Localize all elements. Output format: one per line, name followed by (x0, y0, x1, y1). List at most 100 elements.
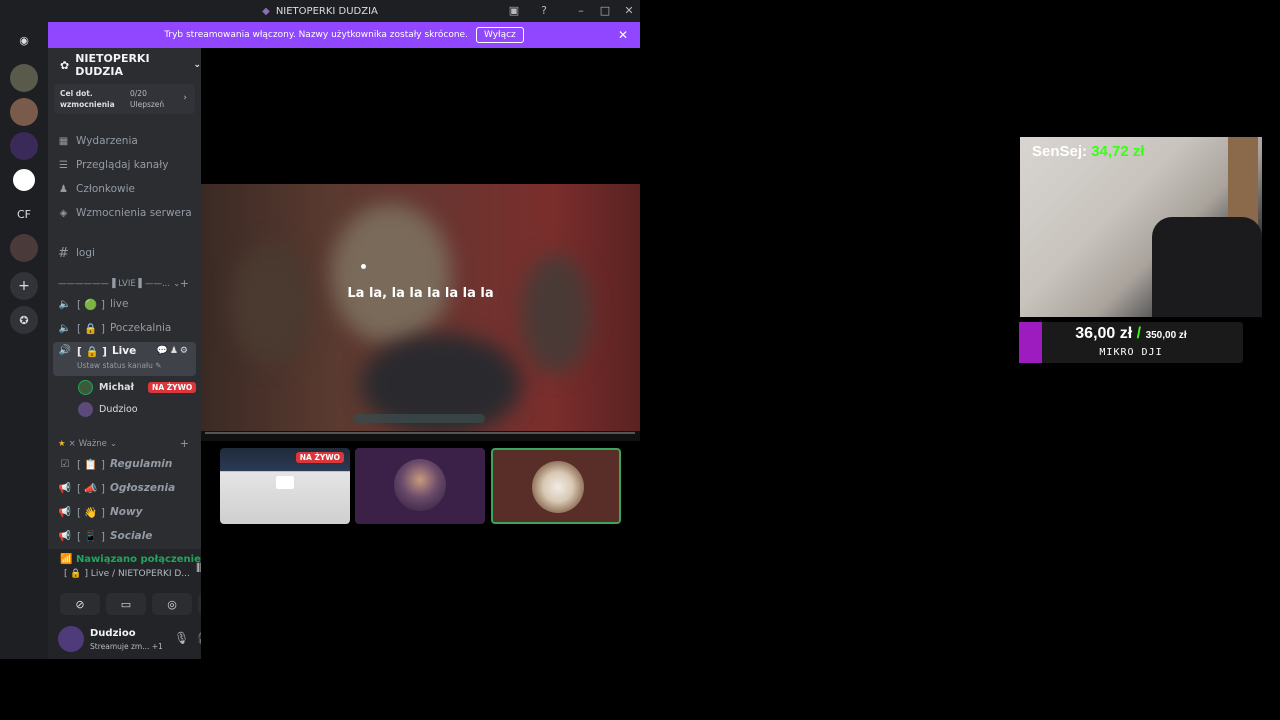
boost-icon: ◈ (59, 207, 68, 219)
video-controls[interactable] (201, 431, 640, 441)
nav-label: Członkowie (76, 183, 136, 195)
add-channel-icon[interactable]: + (180, 277, 189, 290)
stream-view: La la, la la la la la la NA ŻYWO (201, 48, 640, 659)
category-label: ——————▐ LVIE ▌——... (58, 279, 171, 289)
calendar-icon: ▦ (58, 135, 69, 147)
goal-separator: / (1136, 325, 1142, 342)
category-important[interactable]: ★ × Ważne ⌄ (58, 439, 117, 449)
video-progress-bar[interactable] (205, 432, 635, 434)
window-title: ◆ NIETOPERKI DUDZIA (262, 6, 378, 17)
category-label: Ważne (78, 439, 107, 449)
nav-members[interactable]: ♟ Członkowie (58, 180, 135, 198)
connection-status-text: Nawiązano połączenie (75, 554, 201, 565)
server-cf[interactable]: CF (10, 200, 38, 228)
set-channel-status[interactable]: Ustaw status kanału ✎ (77, 361, 162, 370)
chevron-down-icon: ⌄ (109, 439, 118, 449)
connected-channel[interactable]: [ 🔒 ] Live / NIETOPERKI D... (64, 569, 190, 579)
disable-streamer-mode-button[interactable]: Wyłącz (475, 27, 524, 43)
close-icon[interactable]: ✕ (622, 4, 636, 17)
user-status: Streamuje zm... +1 (90, 642, 163, 651)
channel-sidebar: ✿ NIETOPERKI DUDZIA ⌄ Cel dot. wzmocnien… (48, 48, 249, 659)
nav-label: Przeglądaj kanały (76, 159, 169, 171)
announcement-icon: 📢 (58, 482, 72, 494)
maximize-icon[interactable]: □ (598, 4, 612, 17)
channel-prefix: [ 📣 ] (77, 482, 105, 495)
nav-events[interactable]: ▦ Wydarzenia (58, 132, 138, 150)
explore-icon[interactable]: ✪ (10, 306, 38, 334)
video-tooltip (353, 414, 485, 423)
streamer-mode-banner: Tryb streamowania włączony. Nazwy użytko… (48, 22, 640, 48)
participant-tile-dudzioo[interactable] (491, 448, 621, 524)
avatar (78, 401, 93, 417)
server-avatar-active[interactable] (10, 166, 38, 194)
goal-current: 36,00 zł (1075, 325, 1133, 342)
avatar (394, 459, 446, 511)
voice-channel-waiting-room[interactable]: 🔈 [ 🔒 ] Poczekalnia (58, 318, 196, 338)
channel-actions[interactable]: 💬♟⚙ (157, 346, 190, 356)
activity-button[interactable]: ◎ (152, 593, 192, 615)
server-header[interactable]: ✿ NIETOPERKI DUDZIA ⌄ (48, 48, 201, 82)
camera-off-button[interactable]: ⊘ (60, 593, 100, 615)
channel-prefix: [ 🔒 ] (77, 322, 105, 335)
speaker-icon: 🔈 (58, 298, 72, 310)
server-settings-icon: ✿ (60, 58, 70, 72)
close-icon[interactable]: ✕ (618, 28, 628, 42)
channel-prefix: [ 🔒 ] (77, 346, 107, 358)
goal-name: MIKRO DJI (1099, 347, 1163, 358)
screen-share-button[interactable]: ▭ (106, 593, 146, 615)
member-michal[interactable]: Michał NA ŻYWO (78, 378, 197, 396)
nav-server-boosts[interactable]: ◈ Wzmocnienia serwera (58, 204, 192, 222)
server-avatar-3[interactable] (10, 132, 38, 160)
last-donation: SenSej: 34,72 zł (1032, 143, 1145, 160)
signal-icon: 📶 (60, 554, 73, 565)
add-channel-icon[interactable]: + (180, 437, 189, 450)
channel-name: Regulamin (109, 458, 173, 470)
donation-goal-widget: 36,00 zł / 350,00 zł MIKRO DJI (1019, 322, 1243, 363)
stream-video[interactable]: La la, la la la la la la (201, 184, 640, 441)
channel-prefix: [ 📱 ] (77, 530, 105, 543)
category-separator: × (68, 439, 76, 449)
member-dudzioo[interactable]: Dudzioo (78, 400, 138, 418)
discord-home-icon[interactable]: ◉ (10, 26, 38, 54)
user-status-text: Streamuje zm... (90, 642, 150, 651)
nav-browse-channels[interactable]: ☰ Przeglądaj kanały (58, 156, 168, 174)
stream-tile-screen[interactable]: NA ŻYWO (220, 448, 350, 524)
microphone-icon[interactable]: 🎙 (174, 631, 189, 645)
video-subtitle: La la, la la la la la la (347, 286, 494, 301)
help-icon[interactable]: ? (537, 4, 551, 17)
channel-prefix: [ 📋 ] (77, 458, 105, 471)
boost-count: 0/20 (130, 89, 147, 98)
channel-regulamin[interactable]: ☑ [ 📋 ] Regulamin (58, 454, 196, 474)
channel-sociale[interactable]: 📢 [ 📱 ] Sociale (58, 526, 196, 546)
channel-ogloszenia[interactable]: 📢 [ 📣 ] Ogłoszenia (58, 478, 196, 498)
boost-goal-label: Cel dot. wzmocnienia (60, 89, 115, 109)
live-badge: NA ŻYWO (148, 381, 197, 393)
channel-name: Sociale (109, 530, 153, 542)
server-avatar-4[interactable] (10, 234, 38, 262)
discord-window: ◆ NIETOPERKI DUDZIA ▣ ? – □ ✕ Tryb strea… (0, 0, 640, 659)
voice-channel-live[interactable]: 🔈 [ 🟢 ] live (58, 294, 196, 314)
server-avatar-2[interactable] (10, 98, 38, 126)
star-icon: ★ (58, 439, 66, 449)
banner-text: Tryb streamowania włączony. Nazwy użytko… (164, 30, 468, 40)
browse-icon: ☰ (59, 159, 68, 171)
category-live[interactable]: ——————▐ LVIE ▌——... ⌄ (58, 279, 180, 289)
chevron-right-icon: › (183, 93, 187, 103)
add-server-icon[interactable]: + (10, 272, 38, 300)
live-badge: NA ŻYWO (295, 452, 344, 463)
channel-nowy[interactable]: 📢 [ 👋 ] Nowy (58, 502, 196, 522)
webcam-chair (1152, 217, 1262, 317)
participant-tile-michal[interactable] (355, 448, 485, 524)
speaker-icon: 🔊 (58, 345, 72, 356)
inbox-icon[interactable]: ▣ (507, 4, 521, 17)
cursor-icon (361, 264, 366, 269)
minimize-icon[interactable]: – (574, 4, 588, 17)
goal-amount: 36,00 zł / 350,00 zł (1019, 325, 1243, 343)
channel-logi[interactable]: # logi (58, 244, 95, 262)
avatar[interactable] (58, 626, 84, 652)
camera-off-icon: ⊘ (75, 597, 85, 611)
webcam-overlay: SenSej: 34,72 zł (1020, 137, 1262, 317)
voice-channel-live-active[interactable]: 🔊 [ 🔒 ] Live 💬♟⚙ Ustaw status kanału ✎ (53, 342, 196, 376)
server-avatar-1[interactable] (10, 64, 38, 92)
boost-goal[interactable]: Cel dot. wzmocnienia 0/20 Ulepszeń › (54, 84, 195, 114)
